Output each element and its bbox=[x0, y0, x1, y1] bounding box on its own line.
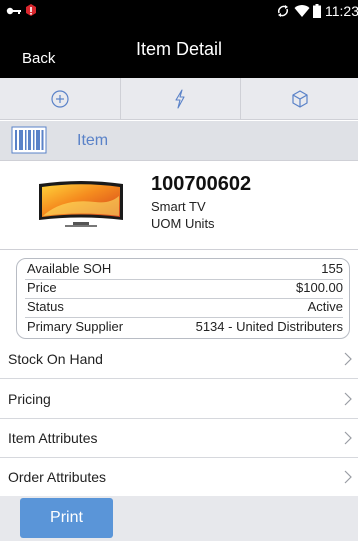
key-icon bbox=[6, 7, 21, 15]
item-section-header: Item bbox=[0, 121, 358, 161]
tv-thumbnail bbox=[39, 181, 123, 227]
nav-item-label: Item Attributes bbox=[8, 430, 98, 446]
add-button[interactable] bbox=[0, 78, 119, 120]
item-section-label: Item bbox=[77, 132, 109, 149]
detail-row-primary-supplier: Primary Supplier 5134 - United Distribut… bbox=[27, 319, 343, 337]
sync-icon bbox=[278, 5, 288, 17]
detail-label: Price bbox=[27, 280, 57, 295]
item-uom: UOM Units bbox=[151, 216, 215, 231]
chevron-right-icon bbox=[344, 431, 352, 445]
footer-bar: Print bbox=[0, 496, 358, 541]
detail-row-available-soh: Available SOH 155 bbox=[27, 261, 343, 279]
clock: 11:23 bbox=[325, 3, 358, 19]
wifi-icon bbox=[294, 5, 310, 18]
item-details-card: Available SOH 155 Price $100.00 Status A… bbox=[16, 258, 350, 339]
divider bbox=[25, 317, 343, 318]
detail-label: Available SOH bbox=[27, 261, 112, 276]
detail-value: 155 bbox=[321, 261, 343, 276]
nav-item-label: Pricing bbox=[8, 391, 51, 407]
barcode-icon bbox=[11, 126, 47, 154]
lightning-icon bbox=[175, 89, 185, 109]
cube-icon bbox=[292, 90, 308, 108]
nav-item-pricing[interactable]: Pricing bbox=[0, 380, 358, 419]
detail-value: $100.00 bbox=[296, 280, 343, 295]
detail-label: Status bbox=[27, 299, 64, 314]
plus-circle-icon bbox=[50, 90, 69, 108]
nav-item-label: Order Attributes bbox=[8, 469, 107, 485]
chevron-right-icon bbox=[344, 470, 352, 484]
product-summary: 100700602 Smart TV UOM Units bbox=[0, 162, 358, 250]
chevron-right-icon bbox=[344, 392, 352, 406]
detail-row-status: Status Active bbox=[27, 299, 343, 317]
alert-icon bbox=[26, 4, 36, 16]
action-toolbar bbox=[0, 78, 358, 120]
detail-row-price: Price $100.00 bbox=[27, 280, 343, 298]
nav-item-order-attributes[interactable]: Order Attributes bbox=[0, 458, 358, 497]
status-bar: 11:23 bbox=[0, 0, 358, 22]
chevron-right-icon bbox=[344, 352, 352, 366]
nav-item-label: Stock On Hand bbox=[8, 351, 103, 367]
back-button[interactable]: Back bbox=[22, 50, 55, 67]
package-button[interactable] bbox=[240, 78, 358, 120]
print-button[interactable]: Print bbox=[20, 498, 113, 538]
nav-item-stock-on-hand[interactable]: Stock On Hand bbox=[0, 340, 358, 379]
nav-item-item-attributes[interactable]: Item Attributes bbox=[0, 419, 358, 458]
detail-value: Active bbox=[307, 299, 343, 314]
quick-action-button[interactable] bbox=[120, 78, 239, 120]
app-header: Item Detail Back bbox=[0, 22, 358, 78]
item-number: 100700602 bbox=[151, 173, 252, 195]
item-description: Smart TV bbox=[151, 199, 206, 214]
detail-value: 5134 - United Distributers bbox=[195, 319, 343, 334]
battery-icon bbox=[313, 4, 321, 18]
detail-label: Primary Supplier bbox=[27, 319, 124, 334]
